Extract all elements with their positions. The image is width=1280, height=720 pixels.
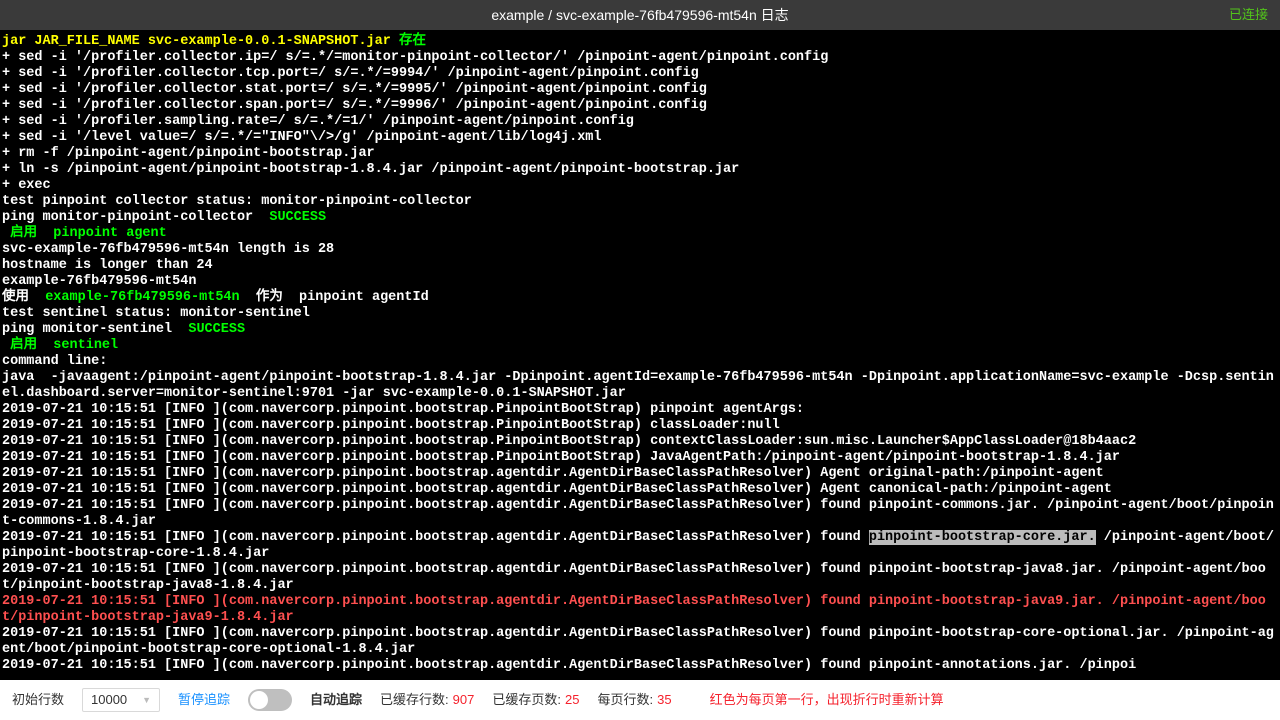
log-line: 使用 [2, 290, 45, 305]
log-line: 作为 pinpoint agentId [248, 290, 429, 305]
log-line: 2019-07-21 10:15:51 [INFO ](com.navercor… [2, 482, 1112, 497]
cached-lines-label: 已缓存行数: [380, 692, 449, 708]
cached-lines-stat: 已缓存行数: 907 [380, 692, 474, 708]
log-line: 2019-07-21 10:15:51 [INFO ](com.navercor… [2, 434, 1136, 449]
log-line: 2019-07-21 10:15:51 [INFO ](com.navercor… [2, 466, 1104, 481]
log-line: 启用 sentinel [2, 338, 118, 353]
chevron-down-icon: ▼ [142, 692, 151, 708]
log-line: + sed -i '/level value=/ s/=.*/="INFO"\/… [2, 130, 602, 145]
cached-lines-value: 907 [453, 692, 475, 708]
log-line: 2019-07-21 10:15:51 [INFO ](com.navercor… [2, 450, 1120, 465]
log-line: + sed -i '/profiler.sampling.rate=/ s/=.… [2, 114, 634, 129]
log-line: 存在 [391, 34, 426, 49]
page-title: example / svc-example-76fb479596-mt54n 日… [491, 7, 788, 23]
log-line: java -javaagent:/pinpoint-agent/pinpoint… [2, 370, 1274, 401]
log-line: + sed -i '/profiler.collector.stat.port=… [2, 82, 707, 97]
log-line: 2019-07-21 10:15:51 [INFO ](com.navercor… [2, 498, 1274, 529]
log-line: + rm -f /pinpoint-agent/pinpoint-bootstr… [2, 146, 375, 161]
log-line: example-76fb479596-mt54n [45, 290, 248, 305]
lines-per-page-stat: 每页行数: 35 [597, 692, 671, 708]
log-line: command line: [2, 354, 107, 369]
log-line: + ln -s /pinpoint-agent/pinpoint-bootstr… [2, 162, 739, 177]
header: example / svc-example-76fb479596-mt54n 日… [0, 0, 1280, 30]
connection-status: 已连接 [1229, 7, 1268, 23]
cached-pages-value: 25 [565, 692, 579, 708]
log-line: + exec [2, 178, 51, 193]
log-line: 2019-07-21 10:15:51 [INFO ](com.navercor… [2, 658, 1136, 673]
log-line-highlight: pinpoint-bootstrap-core.jar. [869, 530, 1096, 545]
log-terminal[interactable]: jar JAR_FILE_NAME svc-example-0.0.1-SNAP… [0, 30, 1280, 680]
initial-lines-label: 初始行数 [12, 692, 64, 708]
log-line: SUCCESS [269, 210, 326, 225]
tracking-switch[interactable] [248, 689, 292, 711]
log-line: + sed -i '/profiler.collector.span.port=… [2, 98, 707, 113]
pause-tracking-button[interactable]: 暂停追踪 [178, 692, 230, 708]
footer: 初始行数 10000 ▼ 暂停追踪 自动追踪 已缓存行数: 907 已缓存页数:… [0, 680, 1280, 720]
log-line: 2019-07-21 10:15:51 [INFO ](com.navercor… [2, 562, 1266, 593]
cached-pages-label: 已缓存页数: [492, 692, 561, 708]
log-line: test pinpoint collector status: monitor-… [2, 194, 472, 209]
log-line: SUCCESS [188, 322, 245, 337]
auto-tracking-label: 自动追踪 [310, 692, 362, 708]
initial-lines-input[interactable]: 10000 ▼ [82, 688, 160, 712]
footer-note: 红色为每页第一行，出现折行时重新计算 [710, 692, 944, 708]
log-line: example-76fb479596-mt54n [2, 274, 196, 289]
lines-per-page-value: 35 [657, 692, 671, 708]
log-line: svc-example-76fb479596-mt54n length is 2… [2, 242, 334, 257]
log-line: ping monitor-sentinel [2, 322, 188, 337]
log-line: 2019-07-21 10:15:51 [INFO ](com.navercor… [2, 402, 804, 417]
log-line: 2019-07-21 10:15:51 [INFO ](com.navercor… [2, 530, 869, 545]
log-line: hostname is longer than 24 [2, 258, 213, 273]
lines-per-page-label: 每页行数: [597, 692, 653, 708]
log-line-page-start: 2019-07-21 10:15:51 [INFO ](com.navercor… [2, 594, 1266, 625]
log-line: + sed -i '/profiler.collector.ip=/ s/=.*… [2, 50, 828, 65]
log-line: 2019-07-21 10:15:51 [INFO ](com.navercor… [2, 418, 780, 433]
log-line: 启用 pinpoint agent [2, 226, 167, 241]
log-line: 2019-07-21 10:15:51 [INFO ](com.navercor… [2, 626, 1274, 657]
cached-pages-stat: 已缓存页数: 25 [492, 692, 579, 708]
log-line: + sed -i '/profiler.collector.tcp.port=/… [2, 66, 699, 81]
initial-lines-value: 10000 [91, 692, 127, 708]
log-line: jar JAR_FILE_NAME svc-example-0.0.1-SNAP… [2, 34, 391, 49]
log-line: ping monitor-pinpoint-collector [2, 210, 269, 225]
log-line: test sentinel status: monitor-sentinel [2, 306, 310, 321]
